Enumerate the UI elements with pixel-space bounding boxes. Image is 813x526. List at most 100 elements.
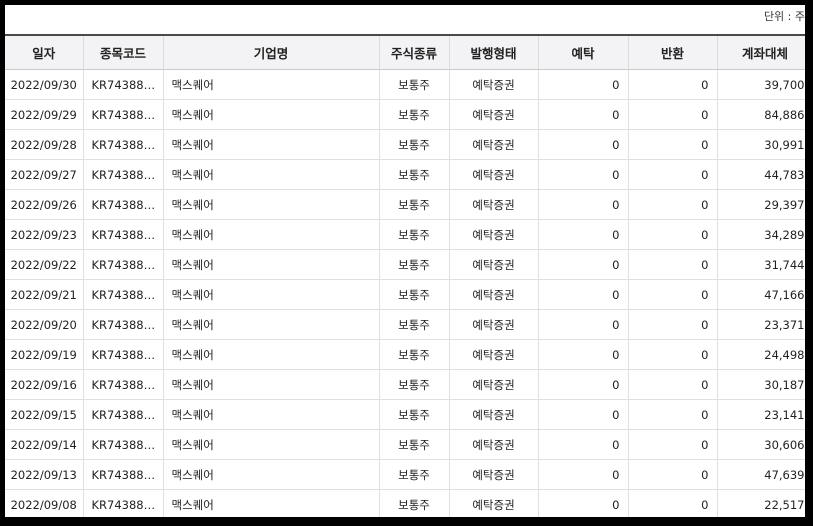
unit-label: 단위 : 주 [763, 10, 805, 23]
cell-code: KR743880000 [83, 399, 164, 430]
cell-code: KR743880000 [83, 459, 164, 490]
cell-transfer: 23,371 [717, 309, 805, 340]
cell-return: 0 [628, 219, 718, 250]
cell-transfer: 29,397 [717, 189, 805, 220]
cell-transfer: 44,783 [717, 159, 805, 190]
cell-date: 2022/09/15 [5, 399, 84, 430]
cell-return: 0 [628, 489, 718, 517]
cell-transfer: 84,886 [717, 99, 805, 130]
cell-date: 2022/09/19 [5, 339, 84, 370]
table-row[interactable]: 2022/09/08KR743880000맥스퀘어보통주예탁증권0022,517 [5, 489, 805, 517]
cell-code: KR743880000 [83, 339, 164, 370]
table-panel: 단위 : 주 일자 종목코드 기업명 주식종류 발행형태 예탁 반환 계좌대체 … [5, 5, 805, 517]
cell-code: KR743880000 [83, 309, 164, 340]
cell-stock-type: 보통주 [379, 249, 450, 280]
table-row[interactable]: 2022/09/20KR743880000맥스퀘어보통주예탁증권0023,371 [5, 309, 805, 340]
cell-company: 맥스퀘어 [163, 219, 380, 250]
cell-issue-type: 예탁증권 [449, 69, 539, 100]
cell-issue-type: 예탁증권 [449, 369, 539, 400]
cell-date: 2022/09/20 [5, 309, 84, 340]
table-row[interactable]: 2022/09/21KR743880000맥스퀘어보통주예탁증권0047,166 [5, 279, 805, 310]
cell-date: 2022/09/08 [5, 489, 84, 517]
cell-code: KR743880000 [83, 489, 164, 517]
cell-code: KR743880000 [83, 99, 164, 130]
cell-issue-type: 예탁증권 [449, 129, 539, 160]
cell-transfer: 22,517 [717, 489, 805, 517]
cell-transfer: 30,991 [717, 129, 805, 160]
cell-code: KR743880000 [83, 189, 164, 220]
table-row[interactable]: 2022/09/19KR743880000맥스퀘어보통주예탁증권0024,498 [5, 339, 805, 370]
cell-return: 0 [628, 429, 718, 460]
cell-return: 0 [628, 399, 718, 430]
cell-company: 맥스퀘어 [163, 339, 380, 370]
col-header-date[interactable]: 일자 [5, 34, 84, 70]
cell-company: 맥스퀘어 [163, 489, 380, 517]
cell-code: KR743880000 [83, 219, 164, 250]
cell-stock-type: 보통주 [379, 429, 450, 460]
cell-deposit: 0 [538, 249, 629, 280]
cell-company: 맥스퀘어 [163, 369, 380, 400]
cell-code: KR743880000 [83, 429, 164, 460]
table-row[interactable]: 2022/09/30KR743880000맥스퀘어보통주예탁증권0039,700 [5, 69, 805, 100]
cell-transfer: 30,187 [717, 369, 805, 400]
cell-transfer: 31,744 [717, 249, 805, 280]
cell-transfer: 24,498 [717, 339, 805, 370]
cell-stock-type: 보통주 [379, 459, 450, 490]
cell-company: 맥스퀘어 [163, 99, 380, 130]
cell-stock-type: 보통주 [379, 489, 450, 517]
cell-transfer: 47,166 [717, 279, 805, 310]
cell-deposit: 0 [538, 279, 629, 310]
cell-stock-type: 보통주 [379, 189, 450, 220]
table-row[interactable]: 2022/09/28KR743880000맥스퀘어보통주예탁증권0030,991 [5, 129, 805, 160]
table-row[interactable]: 2022/09/23KR743880000맥스퀘어보통주예탁증권0034,289 [5, 219, 805, 250]
table-row[interactable]: 2022/09/14KR743880000맥스퀘어보통주예탁증권0030,606 [5, 429, 805, 460]
table-row[interactable]: 2022/09/29KR743880000맥스퀘어보통주예탁증권0084,886 [5, 99, 805, 130]
cell-company: 맥스퀘어 [163, 129, 380, 160]
col-header-stock-type[interactable]: 주식종류 [379, 34, 450, 70]
table-row[interactable]: 2022/09/22KR743880000맥스퀘어보통주예탁증권0031,744 [5, 249, 805, 280]
cell-code: KR743880000 [83, 279, 164, 310]
cell-company: 맥스퀘어 [163, 189, 380, 220]
cell-deposit: 0 [538, 489, 629, 517]
cell-deposit: 0 [538, 369, 629, 400]
cell-stock-type: 보통주 [379, 69, 450, 100]
table-row[interactable]: 2022/09/27KR743880000맥스퀘어보통주예탁증권0044,783 [5, 159, 805, 190]
cell-date: 2022/09/14 [5, 429, 84, 460]
col-header-deposit[interactable]: 예탁 [538, 34, 629, 70]
cell-company: 맥스퀘어 [163, 159, 380, 190]
cell-stock-type: 보통주 [379, 279, 450, 310]
cell-issue-type: 예탁증권 [449, 459, 539, 490]
cell-code: KR743880000 [83, 249, 164, 280]
cell-issue-type: 예탁증권 [449, 249, 539, 280]
table-row[interactable]: 2022/09/13KR743880000맥스퀘어보통주예탁증권0047,639 [5, 459, 805, 490]
cell-return: 0 [628, 189, 718, 220]
cell-code: KR743880000 [83, 69, 164, 100]
col-header-transfer[interactable]: 계좌대체 [717, 34, 805, 70]
cell-deposit: 0 [538, 159, 629, 190]
cell-date: 2022/09/13 [5, 459, 84, 490]
cell-date: 2022/09/21 [5, 279, 84, 310]
cell-issue-type: 예탁증권 [449, 429, 539, 460]
cell-transfer: 34,289 [717, 219, 805, 250]
col-header-company[interactable]: 기업명 [163, 34, 380, 70]
table-row[interactable]: 2022/09/26KR743880000맥스퀘어보통주예탁증권0029,397 [5, 189, 805, 220]
cell-return: 0 [628, 459, 718, 490]
cell-date: 2022/09/22 [5, 249, 84, 280]
cell-deposit: 0 [538, 339, 629, 370]
cell-date: 2022/09/23 [5, 219, 84, 250]
cell-issue-type: 예탁증권 [449, 399, 539, 430]
cell-deposit: 0 [538, 129, 629, 160]
table-row[interactable]: 2022/09/15KR743880000맥스퀘어보통주예탁증권0023,141 [5, 399, 805, 430]
table-row[interactable]: 2022/09/16KR743880000맥스퀘어보통주예탁증권0030,187 [5, 369, 805, 400]
cell-date: 2022/09/29 [5, 99, 84, 130]
cell-issue-type: 예탁증권 [449, 339, 539, 370]
col-header-code[interactable]: 종목코드 [83, 34, 164, 70]
col-header-return[interactable]: 반환 [628, 34, 718, 70]
col-header-issue-type[interactable]: 발행형태 [449, 34, 539, 70]
cell-deposit: 0 [538, 189, 629, 220]
cell-return: 0 [628, 69, 718, 100]
cell-return: 0 [628, 249, 718, 280]
table-header: 일자 종목코드 기업명 주식종류 발행형태 예탁 반환 계좌대체 [5, 34, 805, 70]
cell-issue-type: 예탁증권 [449, 309, 539, 340]
cell-stock-type: 보통주 [379, 309, 450, 340]
